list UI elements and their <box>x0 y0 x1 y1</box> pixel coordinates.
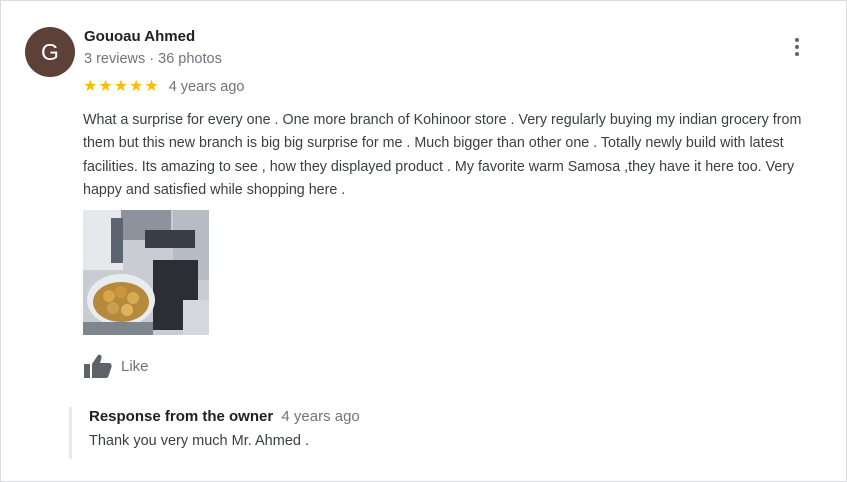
more-options-icon[interactable] <box>785 35 809 59</box>
avatar-initial: G <box>41 38 59 65</box>
author-meta: 3 reviews · 36 photos <box>84 51 222 67</box>
owner-response-time: 4 years ago <box>281 408 360 425</box>
like-label: Like <box>121 357 149 375</box>
more-dot <box>795 52 799 56</box>
like-button[interactable]: Like <box>83 353 149 379</box>
owner-response-text: Thank you very much Mr. Ahmed . <box>89 433 310 449</box>
thumbs-up-icon <box>84 354 112 378</box>
review-time: 4 years ago <box>168 79 245 95</box>
review-text: What a surprise for every one . One more… <box>83 112 802 198</box>
star-icon: ★ <box>113 78 129 95</box>
star-icon: ★ <box>129 78 144 95</box>
review-card: G Gouoau Ahmed 3 reviews · 36 photos ★ ★… <box>0 0 847 482</box>
author-name[interactable]: Gouoau Ahmed <box>84 28 195 45</box>
owner-response-label: Response from the owner <box>89 408 274 425</box>
star-icon: ★ <box>98 78 113 95</box>
star-rating: ★ ★ ★ ★ ★ <box>83 79 159 95</box>
owner-response-header: Response from the owner 4 years ago <box>89 407 360 427</box>
avatar[interactable]: G <box>25 27 75 77</box>
more-dot <box>795 45 799 49</box>
rating-row: ★ ★ ★ ★ ★ 4 years ago <box>83 79 245 96</box>
owner-response: Response from the owner 4 years ago Than… <box>69 407 360 459</box>
review-photo[interactable] <box>83 210 209 335</box>
star-icon: ★ <box>83 78 98 95</box>
more-dot <box>795 38 799 42</box>
photo-image <box>83 210 209 335</box>
star-icon: ★ <box>144 78 159 95</box>
